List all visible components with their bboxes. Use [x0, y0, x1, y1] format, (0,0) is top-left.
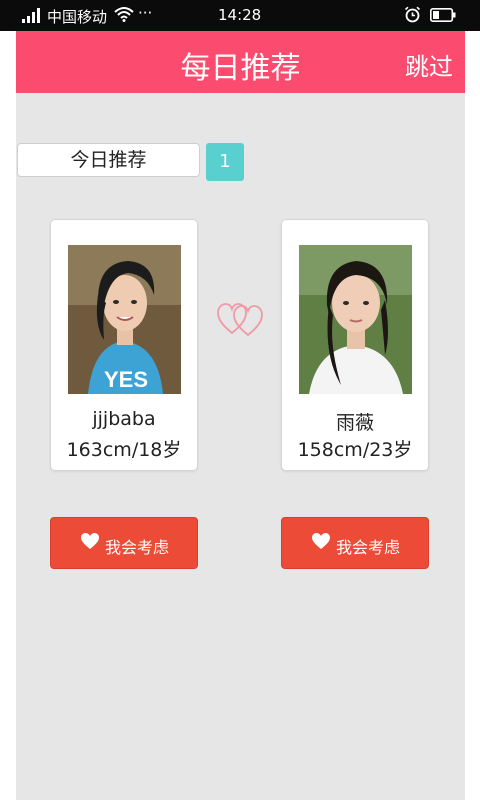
app-header: 每日推荐 跳过 [16, 31, 465, 93]
wifi-icon [114, 7, 134, 22]
profile-photo: YES [68, 245, 181, 394]
profile-card[interactable]: 雨薇 158cm/23岁 [281, 219, 429, 471]
recommend-count-badge: 1 [206, 143, 244, 181]
battery-icon [430, 8, 456, 22]
app-screen: 每日推荐 跳过 今日推荐 1 YES jjjbaba 163cm/18岁 雨薇 … [16, 31, 465, 800]
heart-icon [312, 533, 330, 549]
carrier-name: 中国移动 [47, 8, 108, 26]
consider-button[interactable]: 我会考虑 [50, 517, 198, 569]
profile-meta: 163cm/18岁 [66, 439, 182, 461]
double-heart-icon [217, 303, 263, 337]
profile-name: 雨薇 [335, 412, 374, 434]
skip-button[interactable]: 跳过 [405, 47, 453, 82]
consider-button-label: 我会考虑 [336, 538, 401, 557]
alarm-icon [404, 6, 421, 23]
more-indicator: ··· [138, 4, 153, 22]
signal-icon [22, 8, 40, 23]
status-bar: 中国移动 ··· 14:28 [0, 0, 480, 31]
consider-button[interactable]: 我会考虑 [281, 517, 429, 569]
profile-name: jjjbaba [92, 408, 156, 430]
consider-button-label: 我会考虑 [105, 538, 170, 557]
recommend-label: 今日推荐 [17, 143, 200, 177]
clock: 14:28 [218, 6, 262, 24]
heart-icon [81, 533, 99, 549]
profile-photo [299, 245, 412, 394]
profile-meta: 158cm/23岁 [297, 439, 413, 461]
svg-text:YES: YES [104, 367, 148, 392]
profile-card[interactable]: YES jjjbaba 163cm/18岁 [50, 219, 198, 471]
page-title: 每日推荐 [180, 51, 301, 86]
